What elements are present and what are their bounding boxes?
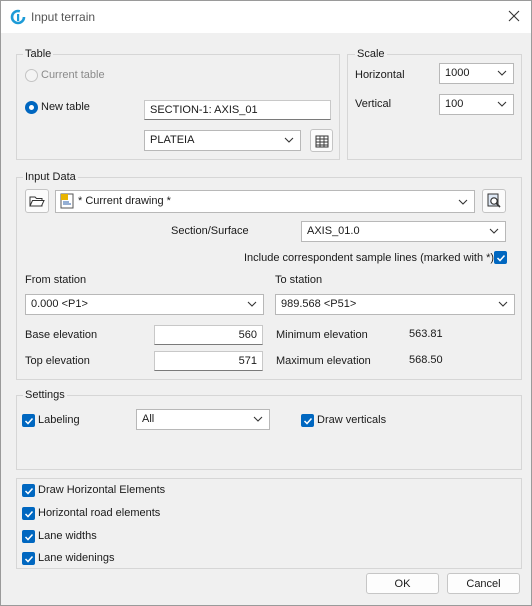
draw-verticals-label: Draw verticals [317,414,387,426]
table-settings-button[interactable] [310,129,333,152]
checkmark-icon [24,555,34,563]
chevron-down-icon [247,301,257,307]
vertical-scale-select[interactable]: 100 [439,94,514,115]
new-table-label: New table [41,101,90,113]
close-icon [508,10,520,22]
drawing-select[interactable]: * Current drawing * [55,190,475,213]
base-elevation-input[interactable]: 560 [154,325,263,345]
include-samples-label: Include correspondent sample lines (mark… [244,252,495,264]
from-station-value: 0.000 <P1> [31,298,88,310]
horizontal-scale-value: 1000 [445,67,470,79]
settings-group-label: Settings [23,389,67,401]
browse-drawing-button[interactable] [482,189,506,213]
top-elevation-input[interactable]: 571 [154,351,263,371]
lane-widths-label: Lane widths [38,530,97,542]
draw-horizontal-checkbox[interactable] [22,484,35,497]
horizontal-road-label: Horizontal road elements [38,507,161,519]
section-surface-label: Section/Surface [171,225,249,237]
labeling-checkbox[interactable] [22,414,35,427]
window-title: Input terrain [31,10,96,24]
from-station-label: From station [25,274,87,286]
lane-widenings-checkbox[interactable] [22,552,35,565]
chevron-down-icon [498,301,508,307]
settings-group [16,395,522,470]
app-logo-icon [10,9,26,25]
new-table-radio[interactable] [25,101,38,114]
to-station-value: 989.568 <P51> [281,298,357,310]
checkmark-icon [24,417,34,425]
chevron-down-icon [253,416,263,422]
checkmark-icon [303,417,313,425]
input-data-group-label: Input Data [23,171,78,183]
checkmark-icon [496,254,506,262]
drawing-select-value: * Current drawing * [78,195,171,207]
labeling-select-value: All [142,413,155,425]
labeling-label: Labeling [38,414,80,426]
horizontal-scale-select[interactable]: 1000 [439,63,514,84]
draw-horizontal-label: Draw Horizontal Elements [38,484,166,496]
open-file-button[interactable] [25,189,49,213]
lane-widenings-label: Lane widenings [38,552,115,564]
current-table-radio[interactable] [25,69,38,82]
lane-widths-checkbox[interactable] [22,530,35,543]
horizontal-scale-label: Horizontal [355,69,405,81]
scale-group-label: Scale [355,48,387,60]
min-elevation-label: Minimum elevation [276,329,368,341]
layer-select[interactable]: PLATEIA [144,130,301,151]
table-grid-icon [315,135,328,147]
labeling-select[interactable]: All [136,409,270,430]
chevron-down-icon [458,199,468,205]
layer-select-value: PLATEIA [150,134,195,146]
draw-verticals-checkbox[interactable] [301,414,314,427]
base-elevation-label: Base elevation [25,329,98,341]
ok-button[interactable]: OK [366,573,439,594]
table-group-label: Table [23,48,54,60]
drawing-file-icon [60,193,74,209]
max-elevation-label: Maximum elevation [276,355,371,367]
to-station-select[interactable]: 989.568 <P51> [275,294,515,315]
current-table-label: Current table [41,69,105,81]
checkmark-icon [24,533,34,541]
section-surface-select[interactable]: AXIS_01.0 [301,221,506,242]
top-elevation-label: Top elevation [25,355,90,367]
chevron-down-icon [489,228,499,234]
include-samples-checkbox[interactable] [494,251,507,264]
chevron-down-icon [497,101,507,107]
chevron-down-icon [497,70,507,76]
from-station-select[interactable]: 0.000 <P1> [25,294,264,315]
horizontal-road-checkbox[interactable] [22,507,35,520]
input-terrain-dialog: Input terrain Table Current table New ta… [0,0,532,606]
to-station-label: To station [275,274,323,286]
vertical-scale-value: 100 [445,98,464,110]
search-document-icon [487,193,501,208]
title-bar: Input terrain [1,1,531,33]
section-surface-value: AXIS_01.0 [307,225,360,237]
vertical-scale-label: Vertical [355,98,392,110]
chevron-down-icon [284,137,294,143]
checkmark-icon [24,487,34,495]
max-elevation-value: 568.50 [409,354,443,366]
cancel-button[interactable]: Cancel [447,573,520,594]
close-button[interactable] [503,5,525,27]
folder-open-icon [29,196,45,207]
checkmark-icon [24,510,34,518]
section-name-input[interactable]: SECTION-1: AXIS_01 [144,100,331,120]
min-elevation-value: 563.81 [409,328,443,340]
